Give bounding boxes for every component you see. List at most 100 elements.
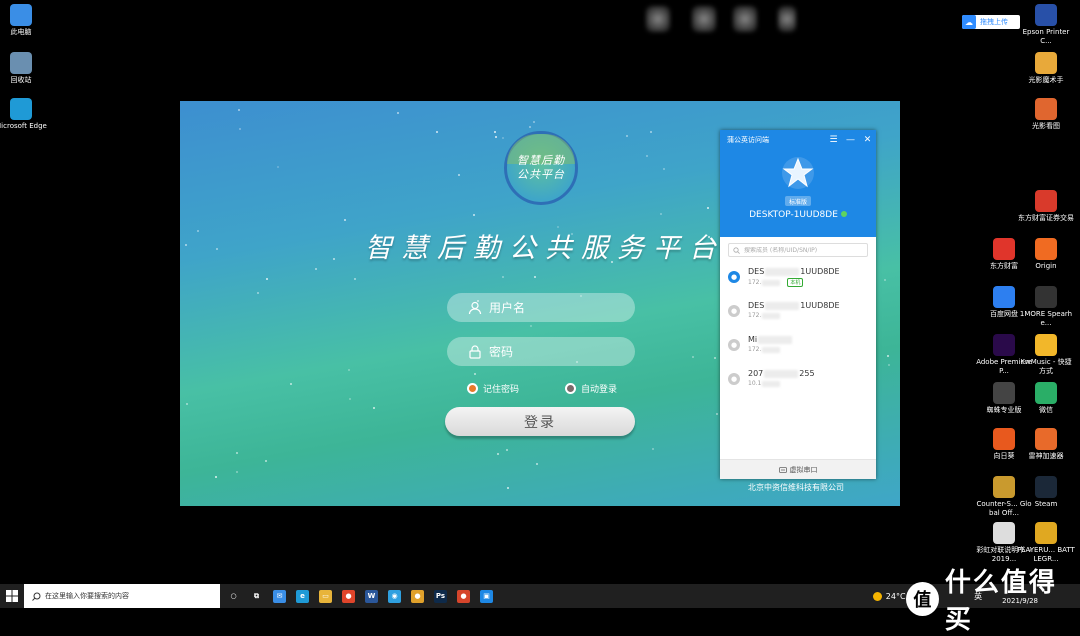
- serial-port-icon: [778, 466, 787, 473]
- desktop-shortcut[interactable]: 光影看图: [1017, 98, 1075, 131]
- device-ip: 172.: [748, 312, 840, 319]
- online-status-icon: [840, 211, 847, 217]
- desktop-shortcut-label: 百度网盘: [990, 310, 1018, 318]
- desktop-shortcut[interactable]: Microsoft Edge: [0, 98, 50, 131]
- radio-unchecked-icon: [565, 383, 576, 394]
- close-icon[interactable]: ✕: [859, 135, 876, 145]
- star-decoration: [348, 369, 350, 371]
- taskbar-app-button[interactable]: W: [360, 584, 383, 608]
- watermark: 值 什么值得买: [906, 562, 1080, 636]
- device-row[interactable]: ● DES 1UUD8DE 172. 本机: [720, 263, 876, 297]
- desktop-shortcut[interactable]: 此电脑: [0, 4, 50, 37]
- star-decoration: [692, 356, 694, 358]
- wechat-icon: [1035, 382, 1057, 404]
- device-row[interactable]: ● DES 1UUD8DE 172.: [720, 297, 876, 331]
- star-decoration: [626, 135, 628, 137]
- desktop-shortcut[interactable]: 东方财富证券交易: [1017, 190, 1075, 223]
- desktop-shortcut-label: 此电脑: [10, 28, 32, 36]
- star-decoration: [436, 131, 438, 133]
- desktop-shortcut[interactable]: Origin: [1017, 238, 1075, 271]
- desktop-shortcut-label: 雷神加速器: [1028, 452, 1064, 460]
- desktop-shortcut-label: Microsoft Edge: [0, 122, 47, 130]
- vpn-header: 蒲公英访问端 ☰ — ✕ 标准版 DESKTOP-1UUD8DE: [720, 130, 876, 237]
- logo-line-1: 智慧后勤: [517, 154, 565, 167]
- taskbar-app-button[interactable]: ○: [222, 584, 245, 608]
- star-decoration: [888, 364, 890, 366]
- menu-icon[interactable]: ☰: [825, 135, 842, 145]
- login-button[interactable]: 登录: [445, 407, 635, 436]
- desktop-shortcut[interactable]: Epson Printer C...: [1017, 4, 1075, 46]
- virtual-serial-button[interactable]: 虚拟串口: [720, 459, 876, 479]
- username-field[interactable]: [447, 293, 635, 322]
- taskbar-app-button[interactable]: ●: [406, 584, 429, 608]
- minimize-icon[interactable]: —: [842, 135, 859, 145]
- upload-badge[interactable]: ☁ 拖拽上传: [962, 15, 1020, 29]
- device-ip-text: 10.1: [748, 380, 762, 387]
- auto-login-label: 自动登录: [581, 385, 618, 395]
- company-name: 北京中资信维科技有限公司: [748, 483, 844, 492]
- radio-checked-icon: [467, 383, 478, 394]
- star-decoration: [663, 168, 665, 170]
- blurred-thumbnail: [733, 6, 757, 32]
- redacted-mask: [764, 369, 799, 378]
- star-decoration: [239, 128, 241, 130]
- desktop-shortcut[interactable]: 回收站: [0, 52, 50, 85]
- desktop-shortcut[interactable]: Steam: [1017, 476, 1075, 509]
- taskbar-app-button[interactable]: ●: [337, 584, 360, 608]
- taskbar-search[interactable]: [24, 584, 220, 608]
- device-name-suffix: 255: [799, 369, 815, 378]
- document-icon: [993, 522, 1015, 544]
- device-name-suffix: 1UUD8DE: [800, 301, 840, 310]
- desktop-shortcut[interactable]: 雷神加速器: [1017, 428, 1075, 461]
- star-decoration: [277, 166, 279, 168]
- host-name-text: DESKTOP-1UUD8DE: [749, 210, 838, 220]
- device-row[interactable]: ● Mi 172.: [720, 331, 876, 365]
- star-decoration: [716, 413, 718, 415]
- taskbar-app-button[interactable]: ▭: [314, 584, 337, 608]
- username-input[interactable]: [489, 300, 629, 315]
- taskbar-app-button[interactable]: ●: [452, 584, 475, 608]
- taskbar-app-button[interactable]: ◉: [383, 584, 406, 608]
- taskbar-app-button[interactable]: ⧉: [245, 584, 268, 608]
- star-decoration: [530, 325, 532, 327]
- taskbar-search-input[interactable]: [45, 592, 205, 600]
- device-row[interactable]: ● 207 255 10.1: [720, 365, 876, 399]
- member-search[interactable]: [728, 243, 868, 257]
- photo-viewer-icon: [1035, 98, 1057, 120]
- auto-login-checkbox[interactable]: 自动登录: [560, 382, 617, 395]
- star-decoration: [502, 137, 504, 139]
- star-decoration: [502, 276, 504, 278]
- desktop-shortcut[interactable]: KwMusic - 快捷方式: [1017, 334, 1075, 376]
- device-name: DES 1UUD8DE: [748, 267, 840, 276]
- windows-icon: [6, 590, 18, 602]
- device-name-prefix: DES: [748, 301, 765, 310]
- taskbar-app-button[interactable]: Ps: [429, 584, 452, 608]
- taskbar-app-button[interactable]: e: [291, 584, 314, 608]
- kwmusic-icon: [1035, 334, 1057, 356]
- star-decoration: [290, 383, 292, 385]
- start-button[interactable]: [0, 584, 24, 608]
- star-decoration: [506, 449, 508, 451]
- password-field[interactable]: [447, 337, 635, 366]
- device-ip: 172.: [748, 346, 793, 353]
- spider-icon: [993, 382, 1015, 404]
- device-ip: 172. 本机: [748, 278, 840, 287]
- desktop-shortcut[interactable]: 光影魔术手: [1017, 52, 1075, 85]
- star-decoration: [507, 487, 509, 489]
- star-decoration: [315, 268, 317, 270]
- device-info: DES 1UUD8DE 172.: [748, 301, 840, 319]
- desktop-shortcut[interactable]: PLAYERU... BATTLEGR...: [1017, 522, 1075, 564]
- taskbar-app-button[interactable]: ▣: [475, 584, 498, 608]
- device-info: 207 255 10.1: [748, 369, 815, 387]
- host-name: DESKTOP-1UUD8DE: [720, 210, 876, 220]
- password-input[interactable]: [489, 344, 629, 359]
- remember-password-checkbox[interactable]: 记住密码: [462, 382, 519, 395]
- device-name: DES 1UUD8DE: [748, 301, 840, 310]
- member-search-input[interactable]: [744, 246, 864, 254]
- desktop-shortcut[interactable]: 1MORE Spearhe...: [1017, 286, 1075, 328]
- taskbar-app-button[interactable]: ✉: [268, 584, 291, 608]
- star-decoration: [494, 131, 496, 133]
- star-decoration: [185, 244, 187, 246]
- device-name-prefix: 207: [748, 369, 764, 378]
- desktop-shortcut[interactable]: 微信: [1017, 382, 1075, 415]
